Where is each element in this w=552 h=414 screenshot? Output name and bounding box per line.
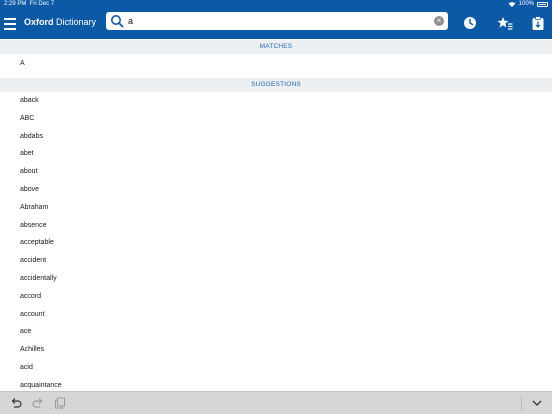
list-item[interactable]: above [0, 181, 552, 199]
chevron-down-icon[interactable] [531, 397, 543, 409]
status-date: Fri Dec 7 [29, 1, 55, 7]
suggestions-header: SUGGESTIONS [0, 78, 552, 92]
app-title: Oxford Dictionary [24, 17, 96, 27]
list-item[interactable]: Achilles [0, 341, 552, 359]
wifi-icon [508, 1, 516, 7]
status-bar: 2:29 PM Fri Dec 7 100% [0, 0, 552, 9]
status-right: 100% [508, 1, 548, 7]
menu-icon[interactable] [4, 16, 16, 32]
match-item[interactable]: A [0, 55, 552, 73]
redo-icon[interactable] [32, 397, 44, 409]
app-title-rest: Dictionary [53, 17, 97, 27]
status-time-date: 2:29 PM Fri Dec 7 [4, 1, 54, 7]
flashcards-icon[interactable] [532, 16, 544, 30]
list-item[interactable]: abdabs [0, 128, 552, 146]
list-item[interactable]: account [0, 306, 552, 324]
status-time: 2:29 PM [4, 1, 27, 7]
app-title-bold: Oxford [24, 17, 54, 27]
list-item[interactable]: accidentally [0, 270, 552, 288]
list-item[interactable]: about [0, 163, 552, 181]
list-item[interactable]: ace [0, 323, 552, 341]
suggestion-list: aback ABC abdabs abet about above Abraha… [0, 92, 552, 395]
nav-bar: Oxford Dictionary × [0, 9, 552, 39]
matches-header: MATCHES [0, 40, 552, 54]
favorites-icon[interactable] [497, 16, 513, 30]
list-item[interactable]: ABC [0, 110, 552, 128]
list-item[interactable]: Abraham [0, 199, 552, 217]
list-item[interactable]: acid [0, 359, 552, 377]
undo-icon[interactable] [10, 397, 22, 409]
list-item[interactable]: abet [0, 145, 552, 163]
search-bar[interactable]: × [106, 12, 448, 30]
history-icon[interactable] [463, 16, 477, 30]
search-icon [111, 15, 124, 28]
list-item[interactable]: acceptable [0, 234, 552, 252]
list-item[interactable]: accord [0, 288, 552, 306]
copy-icon[interactable] [54, 397, 66, 409]
battery-percent: 100% [518, 1, 534, 7]
toolbar-divider [521, 396, 522, 411]
list-item[interactable]: aback [0, 92, 552, 110]
battery-icon [537, 1, 548, 7]
search-input[interactable] [128, 12, 428, 30]
list-item[interactable]: absence [0, 217, 552, 235]
keyboard-toolbar [0, 391, 552, 414]
clear-icon[interactable]: × [434, 16, 444, 26]
list-item[interactable]: accident [0, 252, 552, 270]
